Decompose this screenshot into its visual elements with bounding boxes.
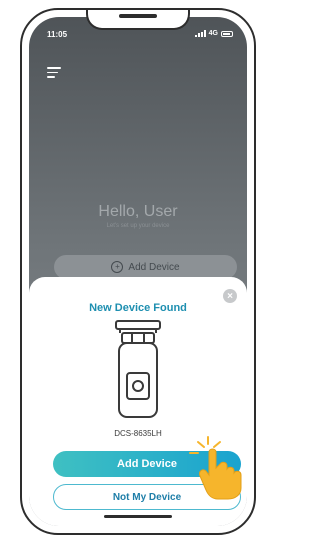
greeting-subtitle: Let's set up your device (106, 223, 170, 229)
add-device-button[interactable]: Add Device (53, 451, 241, 477)
device-model: DCS-8635LH (114, 429, 162, 438)
sheet-title: New Device Found (89, 302, 187, 314)
home-indicator (104, 515, 172, 518)
new-device-sheet: × New Device Found DCS-8635LH Add Device… (29, 277, 247, 526)
phone-frame: 11:05 4G Hello, User Let's set up your d… (20, 8, 256, 535)
notch (86, 10, 190, 30)
greeting: Hello, User (98, 203, 178, 220)
close-icon[interactable]: × (223, 289, 237, 303)
plus-circle-icon: + (111, 261, 124, 273)
speaker-icon (119, 14, 157, 18)
app-screen: 11:05 4G Hello, User Let's set up your d… (29, 17, 247, 526)
background-add-device-button[interactable]: + Add Device (54, 255, 237, 279)
network-label: 4G (208, 30, 218, 37)
menu-icon[interactable] (47, 67, 61, 78)
not-my-device-button[interactable]: Not My Device (53, 484, 241, 510)
status-indicators: 4G (194, 30, 233, 37)
signal-icon (194, 30, 206, 37)
status-time: 11:05 (47, 30, 68, 39)
camera-illustration (115, 320, 161, 418)
background-add-device-label: Add Device (128, 261, 180, 273)
battery-icon (221, 30, 233, 37)
